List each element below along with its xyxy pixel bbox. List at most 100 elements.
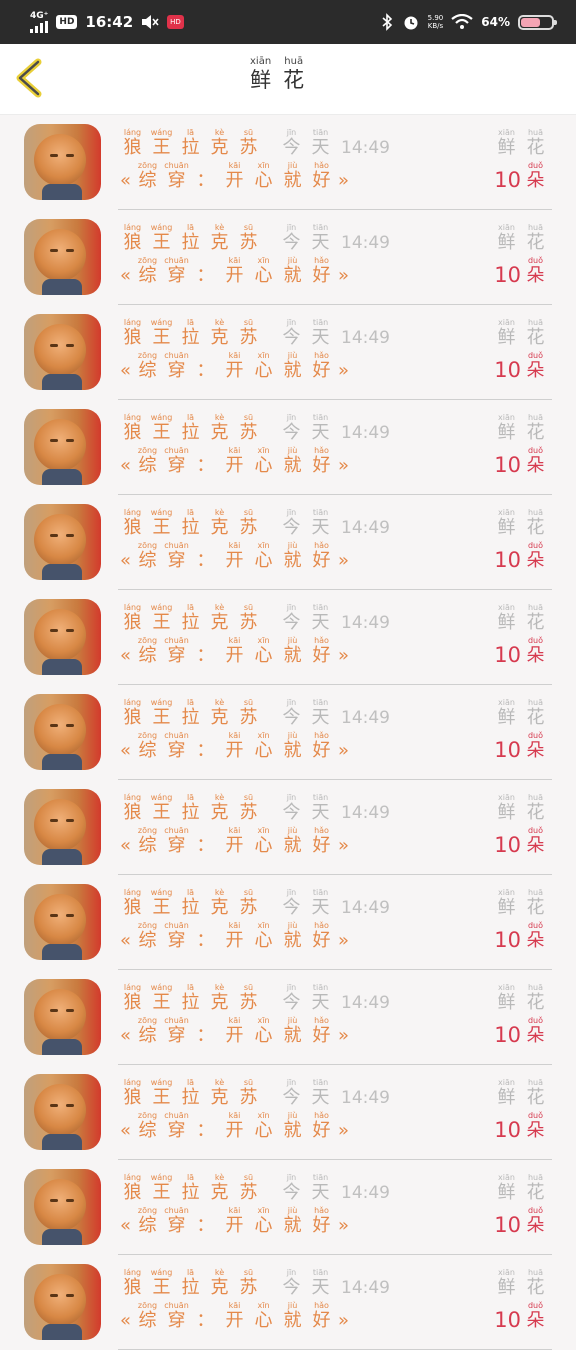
show-title-char: chuān 穿	[164, 351, 189, 381]
gift-count: 10 duǒ 朵	[494, 351, 548, 382]
list-item[interactable]: láng 狼 wáng 王 lā 拉 kè 克 sū 苏 jīn 今 tiān 天 14:49 «zōng 综 c…	[0, 590, 576, 685]
sender-name-char: kè 克	[210, 983, 229, 1013]
list-item[interactable]: láng 狼 wáng 王 lā 拉 kè 克 sū 苏 jīn 今 tiān 天 14:49 «zōng 综 c…	[0, 1255, 576, 1350]
gift-unit-char: duǒ 朵	[526, 541, 545, 571]
show-title-char: kāi 开	[225, 446, 244, 476]
list-item[interactable]: láng 狼 wáng 王 lā 拉 kè 克 sū 苏 jīn 今 tiān 天 14:49 «zōng 综 c…	[0, 875, 576, 970]
avatar[interactable]	[24, 504, 101, 580]
gift-label-char: xiān 鲜	[497, 983, 516, 1013]
list-item[interactable]: láng 狼 wáng 王 lā 拉 kè 克 sū 苏 jīn 今 tiān 天 14:49 «zōng 综 c…	[0, 1160, 576, 1255]
timestamp: 14:49	[341, 138, 390, 158]
show-title-char: xīn 心	[254, 731, 273, 761]
avatar[interactable]	[24, 124, 101, 200]
title-line: «zōng 综 chuān 穿 ： kāi 开 xīn 心 jiù 就 hǎo 好 »	[120, 1301, 349, 1332]
sender-name-char: kè 克	[210, 698, 229, 728]
avatar[interactable]	[24, 314, 101, 390]
hd-voice-icon: HD	[56, 15, 78, 29]
avatar[interactable]	[24, 409, 101, 485]
show-title-char: ：	[196, 1120, 215, 1141]
show-title-char: ：	[196, 1215, 215, 1236]
list-item[interactable]: láng 狼 wáng 王 lā 拉 kè 克 sū 苏 jīn 今 tiān 天 14:49 «zōng 综 c…	[0, 495, 576, 590]
timestamp: 14:49	[341, 423, 390, 443]
gift-count-number: 10	[494, 168, 521, 192]
sender-name-char: kè 克	[210, 318, 229, 348]
date-char: tiān 天	[311, 603, 330, 633]
sender-name-char: láng 狼	[123, 318, 142, 348]
show-title-char: hǎo 好	[312, 161, 331, 191]
sender-name-char: sū 苏	[239, 698, 258, 728]
sender-line: láng 狼 wáng 王 lā 拉 kè 克 sū 苏 jīn 今 tiān 天 14:49	[120, 793, 391, 824]
sender-line: láng 狼 wáng 王 lā 拉 kè 克 sū 苏 jīn 今 tiān 天 14:49	[120, 223, 391, 254]
show-title-char: xīn 心	[254, 1016, 273, 1046]
gift-label: xiān 鲜 huā 花	[494, 1173, 548, 1204]
app-header: xiān 鲜 huā 花	[0, 44, 576, 115]
sender-name-char: wáng 王	[150, 983, 173, 1013]
sender-name-char: kè 克	[210, 413, 229, 443]
list-item[interactable]: láng 狼 wáng 王 lā 拉 kè 克 sū 苏 jīn 今 tiān 天 14:49 «zōng 综 c…	[0, 400, 576, 495]
sender-line: láng 狼 wáng 王 lā 拉 kè 克 sū 苏 jīn 今 tiān 天 14:49	[120, 888, 391, 919]
show-title-char: zōng 综	[137, 826, 158, 856]
list-item[interactable]: láng 狼 wáng 王 lā 拉 kè 克 sū 苏 jīn 今 tiān 天 14:49 «zōng 综 c…	[0, 115, 576, 210]
gift-count-number: 10	[494, 358, 521, 382]
sender-name-char: kè 克	[210, 508, 229, 538]
avatar[interactable]	[24, 1169, 101, 1245]
close-quote: »	[338, 455, 350, 476]
list-item[interactable]: láng 狼 wáng 王 lā 拉 kè 克 sū 苏 jīn 今 tiān 天 14:49 «zōng 综 c…	[0, 685, 576, 780]
list-item[interactable]: láng 狼 wáng 王 lā 拉 kè 克 sū 苏 jīn 今 tiān 天 14:49 «zōng 综 c…	[0, 1065, 576, 1160]
date-char: jīn 今	[282, 983, 301, 1013]
show-title-char: ：	[196, 360, 215, 381]
avatar[interactable]	[24, 979, 101, 1055]
sender-name-char: kè 克	[210, 793, 229, 823]
sender-line: láng 狼 wáng 王 lā 拉 kè 克 sū 苏 jīn 今 tiān 天 14:49	[120, 1078, 391, 1109]
show-title-char: zōng 综	[137, 1301, 158, 1331]
show-title-char: kāi 开	[225, 1301, 244, 1331]
list-item[interactable]: láng 狼 wáng 王 lā 拉 kè 克 sū 苏 jīn 今 tiān 天 14:49 «zōng 综 c…	[0, 305, 576, 400]
open-quote: «	[120, 360, 132, 381]
sender-name-char: lā 拉	[181, 983, 200, 1013]
show-title-char: ：	[196, 170, 215, 191]
show-title-char: chuān 穿	[164, 731, 189, 761]
list-item[interactable]: láng 狼 wáng 王 lā 拉 kè 克 sū 苏 jīn 今 tiān 天 14:49 «zōng 综 c…	[0, 780, 576, 875]
show-title-char: jiù 就	[283, 1301, 302, 1331]
avatar[interactable]	[24, 599, 101, 675]
close-quote: »	[338, 360, 350, 381]
date-char: tiān 天	[311, 1078, 330, 1108]
gift-label: xiān 鲜 huā 花	[494, 1268, 548, 1299]
open-quote: «	[120, 1025, 132, 1046]
sender-name-char: wáng 王	[150, 1268, 173, 1298]
gift-count-number: 10	[494, 1118, 521, 1142]
gift-unit-char: duǒ 朵	[526, 921, 545, 951]
show-title-char: xīn 心	[254, 636, 273, 666]
page-title: xiān 鲜 huā 花	[250, 56, 305, 92]
gift-label-char: xiān 鲜	[497, 698, 516, 728]
date-char: jīn 今	[282, 888, 301, 918]
close-quote: »	[338, 1025, 350, 1046]
list-item[interactable]: láng 狼 wáng 王 lā 拉 kè 克 sū 苏 jīn 今 tiān 天 14:49 «zōng 综 c…	[0, 970, 576, 1065]
show-title-char: jiù 就	[283, 1206, 302, 1236]
avatar[interactable]	[24, 884, 101, 960]
app-notification-icon: HD	[167, 15, 184, 29]
show-title-char: xīn 心	[254, 161, 273, 191]
show-title-char: jiù 就	[283, 636, 302, 666]
avatar[interactable]	[24, 219, 101, 295]
sender-name-char: lā 拉	[181, 698, 200, 728]
open-quote: «	[120, 930, 132, 951]
list-item[interactable]: láng 狼 wáng 王 lā 拉 kè 克 sū 苏 jīn 今 tiān 天 14:49 «zōng 综 c…	[0, 210, 576, 305]
show-title-char: kāi 开	[225, 1016, 244, 1046]
gift-label-char: xiān 鲜	[497, 603, 516, 633]
avatar[interactable]	[24, 789, 101, 865]
sender-line: láng 狼 wáng 王 lā 拉 kè 克 sū 苏 jīn 今 tiān 天 14:49	[120, 1173, 391, 1204]
timestamp: 14:49	[341, 518, 390, 538]
open-quote: «	[120, 835, 132, 856]
avatar[interactable]	[24, 1074, 101, 1150]
gift-label-char: huā 花	[526, 698, 545, 728]
back-button[interactable]	[14, 58, 44, 98]
gift-unit-char: duǒ 朵	[526, 636, 545, 666]
sender-name-char: kè 克	[210, 888, 229, 918]
avatar[interactable]	[24, 1264, 101, 1340]
show-title-char: jiù 就	[283, 541, 302, 571]
gift-count-number: 10	[494, 548, 521, 572]
avatar[interactable]	[24, 694, 101, 770]
show-title-char: chuān 穿	[164, 1016, 189, 1046]
close-quote: »	[338, 740, 350, 761]
